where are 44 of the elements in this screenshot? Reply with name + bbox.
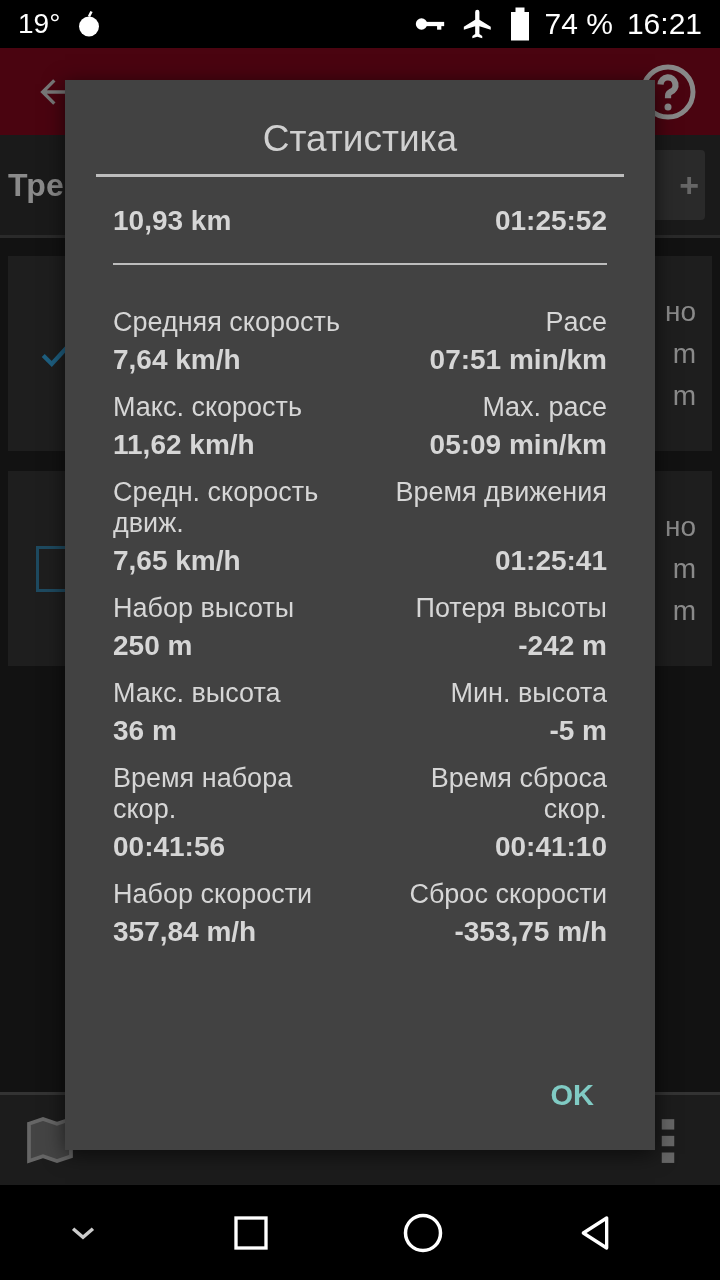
card-text: m [672,379,696,412]
card-text: но [664,510,696,543]
stat-label: Сброс скорости [408,879,607,910]
stat-value: -242 m [517,630,607,662]
temperature: 19° [18,8,61,40]
card-text: m [672,552,696,585]
stat-value: 7,65 km/h [113,545,242,577]
stat-label: Время движения [394,477,607,509]
stat-label: Средн. скорость движ. [113,477,320,539]
stat-label: Max. pace [481,392,607,423]
stat-label: Средняя скорость [113,307,341,338]
stat-value: 11,62 km/h [113,429,256,461]
stat-value: 36 m [113,715,178,747]
clock: 16:21 [626,7,702,41]
ok-button[interactable]: OK [538,1071,606,1120]
stat-value: 05:09 min/km [428,429,607,461]
card-text: m [672,337,696,370]
stat-value: -353,75 m/h [453,916,607,948]
stat-value: 07:51 min/km [428,344,607,376]
duration: 01:25:52 [494,205,607,237]
stat-value: 00:41:10 [493,831,607,863]
stat-label: Набор высоты [113,593,296,624]
battery-percent: 74 % [544,7,613,41]
stat-label: Макс. скорость [113,392,304,423]
card-text: но [664,295,696,328]
stat-label: Потеря высоты [414,593,607,624]
stat-label: Pace [544,307,607,338]
battery-icon [508,6,531,42]
stat-value: 01:25:41 [493,545,607,577]
stat-value: 7,64 km/h [113,344,242,376]
stat-value: 00:41:56 [113,831,227,863]
dialog-title: Статистика [96,80,624,177]
home-icon[interactable] [401,1211,444,1254]
stat-value: 250 m [113,630,194,662]
stat-label: Макс. высота [113,678,282,709]
stat-value: -5 m [548,715,607,747]
stat-label: Набор скорости [113,879,314,910]
stat-value: 357,84 m/h [113,916,258,948]
list-title: Тре [8,166,64,204]
card-text: m [672,594,696,627]
stat-label: Время сброса скор. [429,763,607,825]
stat-label: Время набора скор. [113,763,294,825]
stat-label: Мин. высота [449,678,607,709]
distance: 10,93 km [113,205,232,237]
